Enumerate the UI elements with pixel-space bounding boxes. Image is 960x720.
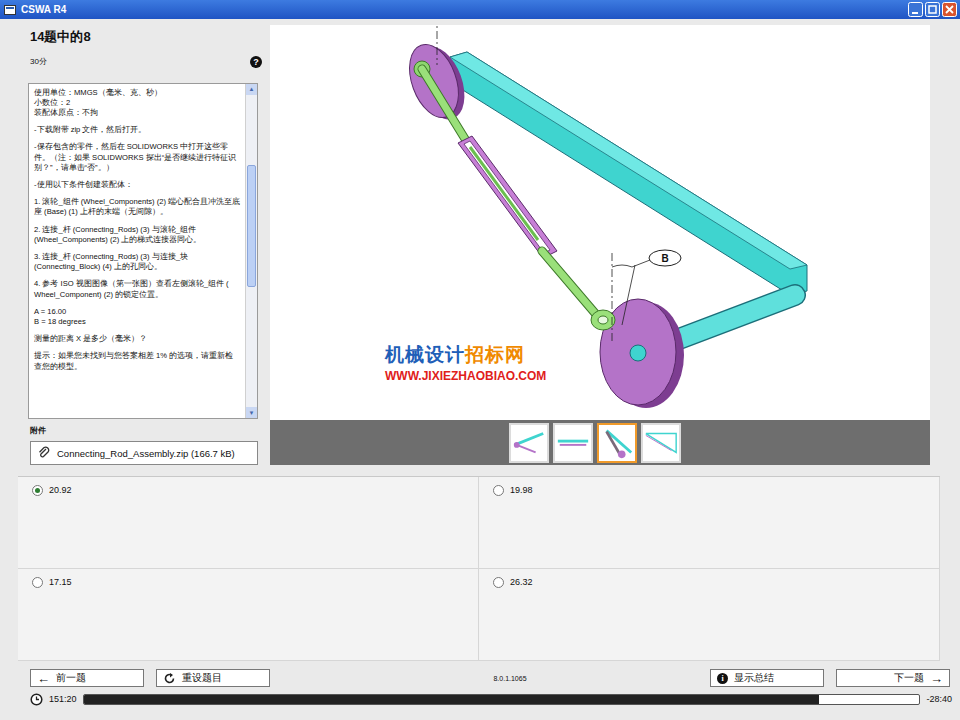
remaining-time: -28:40 bbox=[926, 694, 952, 704]
instruction-paragraph: 使用单位：MMGS（毫米、克、秒）小数位：2装配体原点：不拘 bbox=[34, 88, 241, 119]
close-icon[interactable] bbox=[942, 2, 957, 17]
instruction-paragraph: -下载附带 zip 文件，然后打开。 bbox=[34, 125, 241, 135]
maximize-icon[interactable] bbox=[925, 2, 940, 17]
instructions-box[interactable]: 使用单位：MMGS（毫米、克、秒）小数位：2装配体原点：不拘 -下载附带 zip … bbox=[28, 83, 258, 419]
instruction-paragraph: -使用以下条件创建装配体： bbox=[34, 180, 241, 190]
instruction-paragraph: -保存包含的零件，然后在 SOLIDWORKS 中打开这些零件。（注：如果 SO… bbox=[34, 142, 241, 173]
instruction-line: 装配体原点：不拘 bbox=[34, 108, 241, 118]
scrollbar[interactable]: ▲ ▼ bbox=[245, 84, 257, 418]
next-button[interactable]: 下一题→ bbox=[836, 669, 950, 687]
answer-options: 20.92 19.98 17.15 26.32 bbox=[18, 476, 940, 661]
instruction-paragraph: 1. 滚轮_组件 (Wheel_Components) (2) 端心配合且冲洗至… bbox=[34, 197, 241, 217]
instruction-line: A = 16.00 bbox=[34, 307, 241, 317]
instruction-paragraph: 3. 连接_杆 (Connecting_Rods) (3) 与连接_块 (Con… bbox=[34, 252, 241, 272]
connecting-block bbox=[458, 136, 557, 258]
instruction-line: 提示：如果您未找到与您答案相差 1% 的选项，请重新检查您的模型。 bbox=[34, 351, 241, 371]
answer-option[interactable]: 20.92 bbox=[18, 477, 479, 569]
reset-icon bbox=[163, 672, 176, 685]
thumbnail-icon bbox=[643, 425, 679, 461]
instruction-line: 小数位：2 bbox=[34, 98, 241, 108]
instruction-line: 测量的距离 X 是多少（毫米）？ bbox=[34, 334, 241, 344]
instruction-line: 4. 参考 ISO 视图图像（第一张图）查看左侧滚轮_组件 ( Wheel_Co… bbox=[34, 279, 241, 299]
instruction-line: B = 18 degrees bbox=[34, 317, 241, 327]
question-title: 14题中的8 bbox=[30, 28, 91, 46]
instruction-line: -下载附带 zip 文件，然后打开。 bbox=[34, 125, 241, 135]
reset-button[interactable]: 重设题目 bbox=[156, 669, 270, 687]
thumbnail-icon bbox=[555, 425, 591, 461]
instruction-paragraph: 2. 连接_杆 (Connecting_Rods) (3) 与滚轮_组件 (Wh… bbox=[34, 225, 241, 245]
figure-panel: B 机械设计招标网 WWW.JIXIEZHAOBIAO.COM bbox=[270, 25, 930, 420]
watermark: 机械设计招标网 WWW.JIXIEZHAOBIAO.COM bbox=[385, 342, 546, 383]
thumbnail-strip bbox=[270, 420, 930, 465]
previous-button[interactable]: ←前一题 bbox=[30, 669, 144, 687]
answer-option[interactable]: 17.15 bbox=[18, 569, 479, 661]
timer-bar: 151:20 -28:40 bbox=[30, 692, 952, 706]
radio-button[interactable] bbox=[32, 485, 43, 496]
help-icon[interactable]: ? bbox=[250, 56, 262, 68]
paperclip-icon bbox=[37, 446, 51, 460]
clock-icon bbox=[30, 693, 43, 706]
elapsed-time: 151:20 bbox=[49, 694, 77, 704]
version-label: 8.0.1.1065 bbox=[282, 675, 698, 682]
thumbnail[interactable] bbox=[641, 423, 681, 463]
callout-label: B bbox=[661, 253, 668, 264]
radio-button[interactable] bbox=[493, 485, 504, 496]
navigation-bar: ←前一题 重设题目 8.0.1.1065 i显示总结 下一题→ bbox=[30, 667, 950, 689]
base-bar bbox=[450, 52, 807, 295]
window-title: CSWA R4 bbox=[21, 4, 66, 15]
radio-button[interactable] bbox=[493, 577, 504, 588]
thumbnail[interactable] bbox=[553, 423, 593, 463]
scroll-thumb[interactable] bbox=[247, 165, 256, 287]
thumbnail[interactable] bbox=[597, 423, 637, 463]
instruction-paragraph: 4. 参考 ISO 视图图像（第一张图）查看左侧滚轮_组件 ( Wheel_Co… bbox=[34, 279, 241, 299]
instruction-line: -使用以下条件创建装配体： bbox=[34, 180, 241, 190]
instruction-line: -保存包含的零件，然后在 SOLIDWORKS 中打开这些零件。（注：如果 SO… bbox=[34, 142, 241, 173]
assembly-figure: B bbox=[270, 25, 930, 420]
thumbnail-icon bbox=[511, 425, 547, 461]
instruction-line: 1. 滚轮_组件 (Wheel_Components) (2) 端心配合且冲洗至… bbox=[34, 197, 241, 217]
instruction-line: 2. 连接_杆 (Connecting_Rods) (3) 与滚轮_组件 (Wh… bbox=[34, 225, 241, 245]
attachments-label: 附件 bbox=[22, 419, 268, 435]
answer-option[interactable]: 26.32 bbox=[479, 569, 940, 661]
thumbnail[interactable] bbox=[509, 423, 549, 463]
app-icon bbox=[4, 5, 16, 15]
instruction-paragraph: 测量的距离 X 是多少（毫米）？ bbox=[34, 334, 241, 344]
answer-option[interactable]: 19.98 bbox=[479, 477, 940, 569]
thumbnail-icon bbox=[599, 425, 635, 461]
instruction-line: 使用单位：MMGS（毫米、克、秒） bbox=[34, 88, 241, 98]
points: 30分 bbox=[30, 56, 47, 67]
attachment-button[interactable]: Connecting_Rod_Assembly.zip (166.7 kB) bbox=[30, 441, 258, 465]
instruction-paragraph: 提示：如果您未找到与您答案相差 1% 的选项，请重新检查您的模型。 bbox=[34, 351, 241, 371]
radio-button[interactable] bbox=[32, 577, 43, 588]
summary-button[interactable]: i显示总结 bbox=[710, 669, 824, 687]
title-bar: CSWA R4 bbox=[0, 0, 960, 19]
minimize-icon[interactable] bbox=[908, 2, 923, 17]
time-progress bbox=[83, 694, 921, 705]
instruction-paragraph: A = 16.00B = 18 degrees bbox=[34, 307, 241, 327]
exam-window: CSWA R4 14题中的8 30分 ? 使用单位：MMGS（毫米、克、秒）小数… bbox=[0, 0, 960, 720]
info-icon: i bbox=[717, 673, 728, 684]
question-panel: 14题中的8 30分 ? 使用单位：MMGS（毫米、克、秒）小数位：2装配体原点… bbox=[22, 25, 268, 465]
upper-link bbox=[422, 69, 470, 147]
instruction-line: 3. 连接_杆 (Connecting_Rods) (3) 与连接_块 (Con… bbox=[34, 252, 241, 272]
lower-link bbox=[542, 251, 600, 319]
